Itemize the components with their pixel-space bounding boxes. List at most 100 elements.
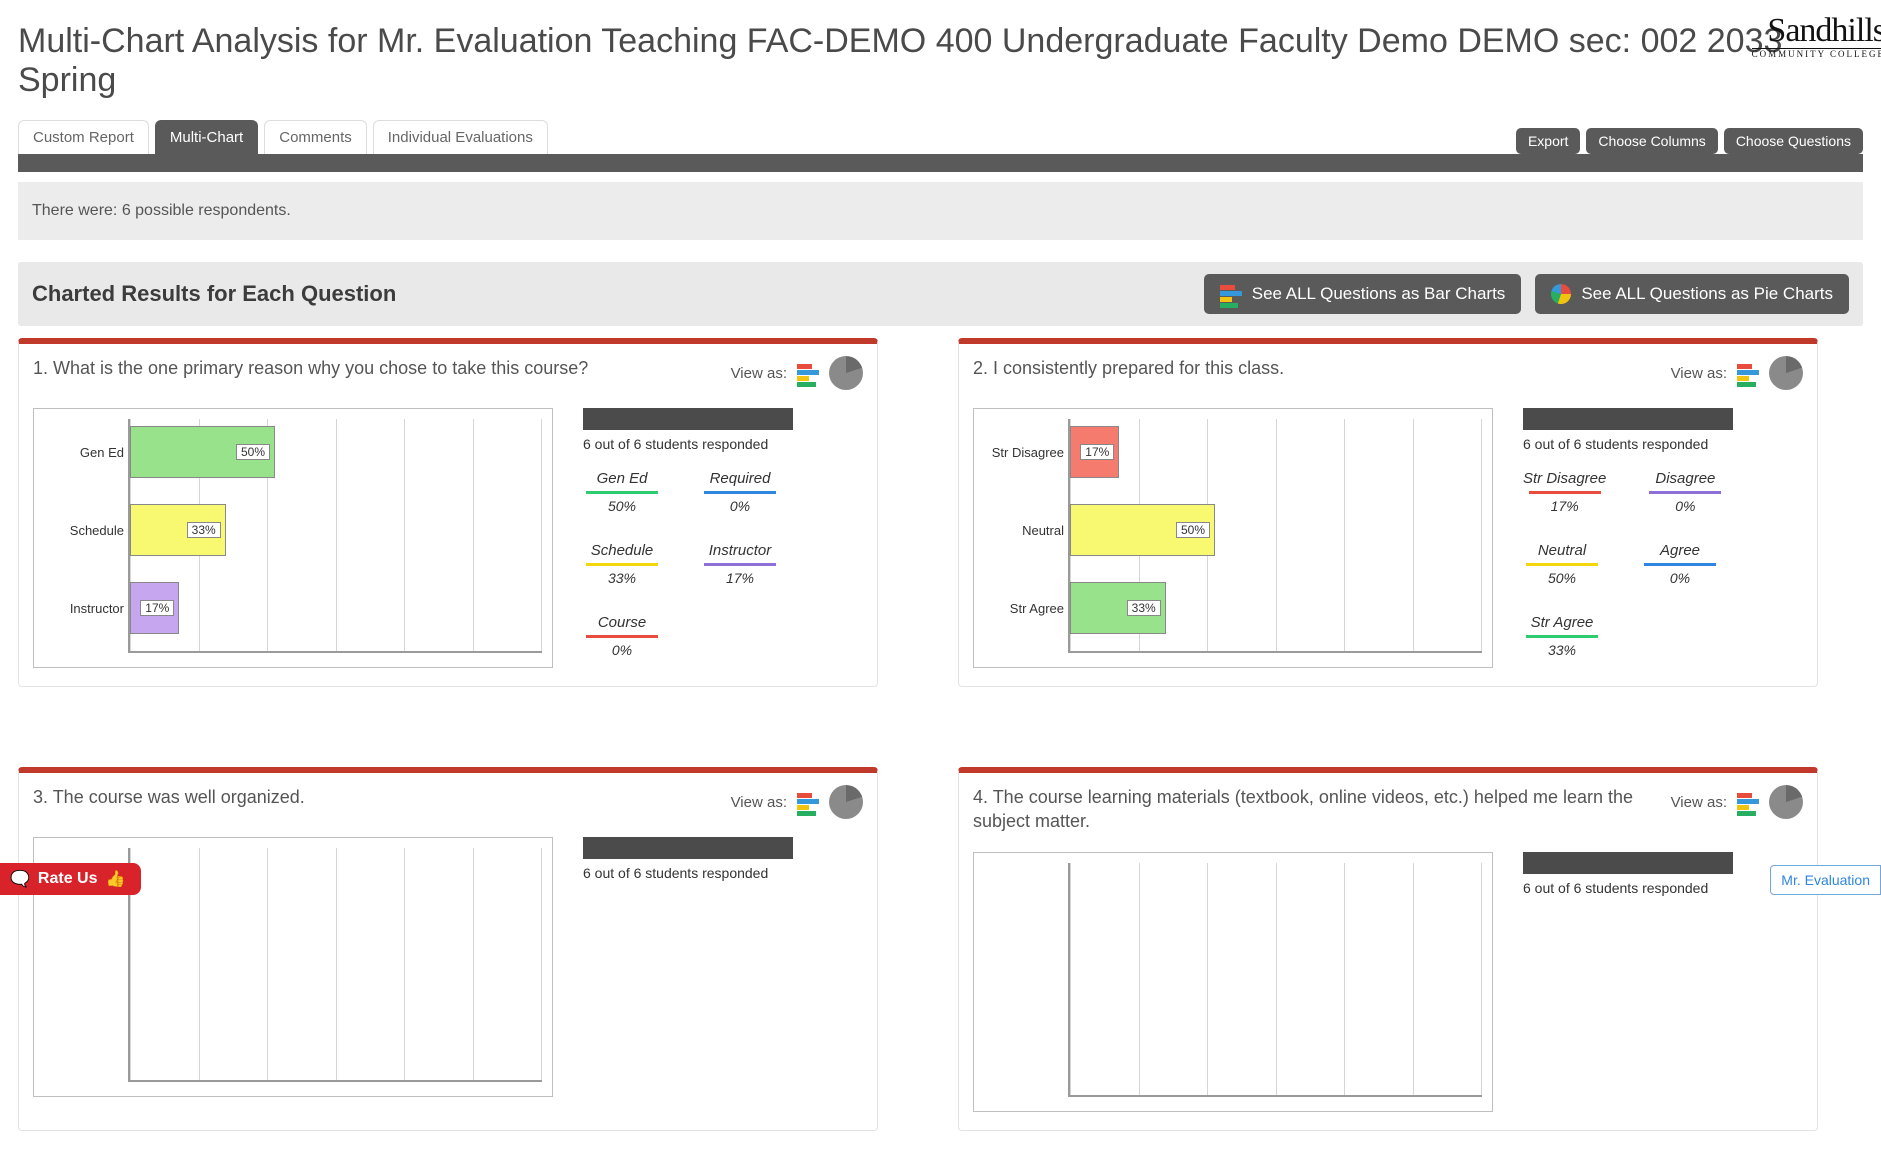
- legend-item: Gen Ed 50%: [583, 470, 661, 514]
- legend-color-line: [1526, 635, 1598, 638]
- legend-item: Str Disagree 17%: [1523, 470, 1606, 514]
- view-as-pie-icon[interactable]: [829, 785, 863, 819]
- legend-pct: 0%: [730, 498, 750, 514]
- bar-category-label: Neutral: [980, 523, 1064, 538]
- bar-category-label: Gen Ed: [40, 445, 124, 460]
- legend-name: Course: [583, 614, 661, 633]
- legend-pct: 33%: [608, 570, 636, 586]
- legend-color-line: [586, 491, 658, 494]
- see-all-pie-label: See ALL Questions as Pie Charts: [1581, 284, 1833, 304]
- legend-name: Schedule: [583, 542, 661, 561]
- bar: 50%: [130, 426, 275, 478]
- chart-summary: 6 out of 6 students responded Str Disagre…: [1523, 408, 1803, 658]
- legend-color-line: [704, 491, 776, 494]
- view-as-controls: View as:: [731, 356, 863, 390]
- bar: 33%: [1070, 582, 1166, 634]
- view-as-pie-icon[interactable]: [829, 356, 863, 390]
- legend-color-line: [1644, 563, 1716, 566]
- bar-value-label: 17%: [1080, 444, 1114, 460]
- tab-multi-chart[interactable]: Multi-Chart: [155, 120, 258, 154]
- bar-value-label: 17%: [140, 600, 174, 616]
- legend-pct: 17%: [726, 570, 754, 586]
- view-as-controls: View as:: [731, 785, 863, 819]
- legend-pct: 0%: [612, 642, 632, 658]
- choose-columns-button[interactable]: Choose Columns: [1586, 128, 1717, 154]
- question-card: 1. What is the one primary reason why yo…: [18, 338, 878, 687]
- view-as-pie-icon[interactable]: [1769, 356, 1803, 390]
- bar-chart-icon: [1220, 285, 1242, 303]
- question-text: 3. The course was well organized.: [33, 785, 717, 809]
- tab-underline-strip: [18, 154, 1863, 172]
- legend: Str Disagree 17% Disagree0% Neutral 50% Agree…: [1523, 470, 1783, 658]
- responded-line: 6 out of 6 students responded: [1523, 880, 1803, 896]
- bar-row: Gen Ed50%: [130, 423, 542, 481]
- legend-pct: 50%: [1548, 570, 1576, 586]
- choose-questions-button[interactable]: Choose Questions: [1724, 128, 1863, 154]
- tab-row: Custom Report Multi-Chart Comments Indiv…: [18, 120, 1863, 154]
- logo-sub: COMMUNITY COLLEGE: [1752, 48, 1881, 59]
- legend-item: Neutral 50%: [1523, 542, 1601, 586]
- legend-color-line: [704, 563, 776, 566]
- legend-item: Agree 0%: [1641, 542, 1719, 586]
- question-card: 3. The course was well organized. View as…: [18, 767, 878, 1131]
- question-card: 4. The course learning materials (textbo…: [958, 767, 1818, 1131]
- view-as-label: View as:: [1671, 794, 1727, 811]
- bar-chart: Gen Ed50%Schedule33%Instructor17%: [33, 408, 553, 668]
- legend-name: Agree: [1641, 542, 1719, 561]
- rate-us-tab[interactable]: 🗨️ Rate Us 👍: [0, 863, 141, 895]
- tab-comments[interactable]: Comments: [264, 120, 367, 154]
- legend-pct: 0%: [1675, 498, 1695, 514]
- view-as-label: View as:: [731, 794, 787, 811]
- bar-category-label: Schedule: [40, 523, 124, 538]
- legend-name: Neutral: [1523, 542, 1601, 561]
- college-logo: Sandhills COMMUNITY COLLEGE: [1752, 14, 1881, 59]
- bar-value-label: 33%: [187, 522, 221, 538]
- view-as-bar-icon[interactable]: [797, 793, 819, 811]
- responded-line: 6 out of 6 students responded: [1523, 436, 1803, 452]
- question-text: 1. What is the one primary reason why yo…: [33, 356, 717, 380]
- rate-us-label: Rate Us: [38, 870, 98, 888]
- view-as-bar-icon[interactable]: [1737, 793, 1759, 811]
- tab-individual-evaluations[interactable]: Individual Evaluations: [373, 120, 548, 154]
- chart-summary: 6 out of 6 students responded: [1523, 852, 1803, 914]
- legend-name: Str Disagree: [1523, 470, 1606, 489]
- bar-category-label: Instructor: [40, 601, 124, 616]
- legend-name: Gen Ed: [583, 470, 661, 489]
- legend-pct: 50%: [608, 498, 636, 514]
- bar-category-label: Str Disagree: [980, 445, 1064, 460]
- bar: 17%: [1070, 426, 1119, 478]
- user-name-pill[interactable]: Mr. Evaluation: [1770, 865, 1881, 895]
- legend-name: Str Agree: [1523, 614, 1601, 633]
- tab-custom-report[interactable]: Custom Report: [18, 120, 149, 154]
- thumbs-up-icon: 👍: [106, 869, 126, 889]
- respondents-banner: There were: 6 possible respondents.: [18, 182, 1863, 240]
- export-button[interactable]: Export: [1516, 128, 1580, 154]
- legend-color-line: [1526, 563, 1598, 566]
- bar: 17%: [130, 582, 179, 634]
- legend-color-line: [586, 563, 658, 566]
- legend-item: Disagree0%: [1646, 470, 1724, 514]
- bar: 33%: [130, 504, 226, 556]
- page-title: Multi-Chart Analysis for Mr. Evaluation …: [18, 22, 1863, 100]
- legend-color-line: [1649, 491, 1721, 494]
- bar: 50%: [1070, 504, 1215, 556]
- legend-pct: 33%: [1548, 642, 1576, 658]
- summary-header-bar: [583, 408, 793, 430]
- legend-item: Required0%: [701, 470, 779, 514]
- legend-pct: 17%: [1551, 498, 1579, 514]
- chart-summary: 6 out of 6 students responded: [583, 837, 863, 899]
- legend-color-line: [1529, 491, 1601, 494]
- legend-pct: 0%: [1670, 570, 1690, 586]
- view-as-pie-icon[interactable]: [1769, 785, 1803, 819]
- question-text: 4. The course learning materials (textbo…: [973, 785, 1657, 834]
- bar-chart: [973, 852, 1493, 1112]
- see-all-pie-button[interactable]: See ALL Questions as Pie Charts: [1535, 274, 1849, 314]
- bar-row: Schedule33%: [130, 501, 542, 559]
- view-as-bar-icon[interactable]: [797, 364, 819, 382]
- bar-row: Str Agree33%: [1070, 579, 1482, 637]
- see-all-bar-button[interactable]: See ALL Questions as Bar Charts: [1204, 274, 1522, 314]
- view-as-bar-icon[interactable]: [1737, 364, 1759, 382]
- pie-chart-icon: [1551, 284, 1571, 304]
- legend-item: Instructor17%: [701, 542, 779, 586]
- legend-item: Schedule 33%: [583, 542, 661, 586]
